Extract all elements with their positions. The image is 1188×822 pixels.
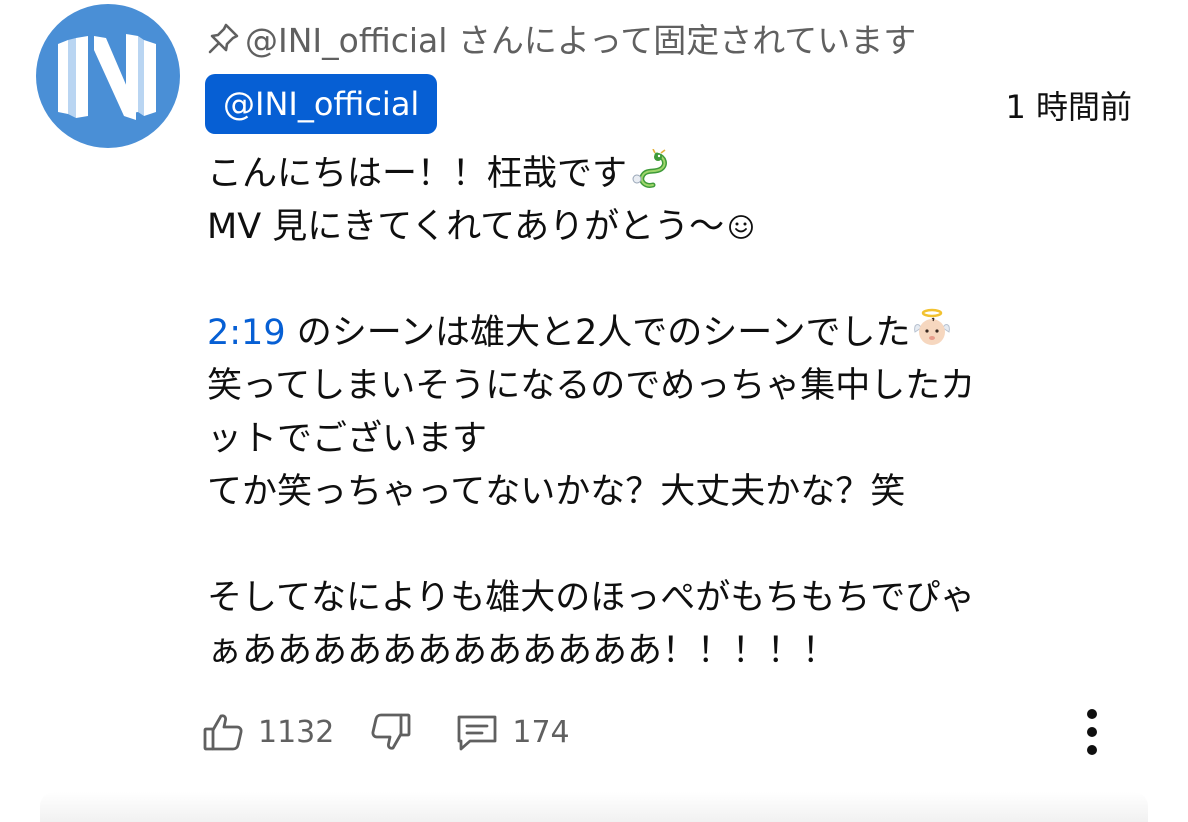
reply-button[interactable]: 174: [454, 709, 570, 755]
thumbs-down-icon[interactable]: [368, 709, 414, 755]
author-handle[interactable]: @INI_official: [223, 85, 419, 123]
avatar[interactable]: [36, 4, 180, 148]
reply-comment-icon[interactable]: [454, 709, 500, 755]
like-button[interactable]: 1132: [200, 709, 368, 755]
comment-line: 笑ってしまいそうになるのでめっちゃ集中したカ: [207, 366, 976, 406]
pinned-label-row: @INI_official さんによって固定されています: [207, 14, 916, 62]
timestamp-link[interactable]: 2:19: [207, 313, 286, 353]
comment-line: 2:19 のシーンは雄大と2人でのシーンでした: [207, 307, 1147, 360]
next-comment-edge: [40, 792, 1148, 822]
comment-timestamp[interactable]: 1 時間前: [1005, 82, 1132, 128]
author-handle-badge[interactable]: @INI_official: [205, 74, 438, 134]
comment-line: てか笑っちゃってないかな？大丈夫かな？笑: [207, 472, 906, 512]
more-options-button[interactable]: [1080, 702, 1104, 762]
comment-line: MV 見にきてくれてありがとう〜: [207, 201, 1147, 254]
comment-line: ぁああああああああああああ！！！！！: [207, 631, 838, 671]
smiley-emoji-icon: [728, 203, 754, 239]
dislike-button[interactable]: [368, 709, 414, 755]
thumbs-up-icon[interactable]: [200, 709, 246, 755]
comment-line: そしてなによりも雄大のほっぺがもちもちでぴゃ: [207, 578, 976, 618]
comment-line: こんにちはー！！枉哉です: [207, 148, 1147, 201]
dragon-emoji-icon: [627, 148, 669, 191]
comment-blank-line: [207, 254, 1147, 307]
reply-count: 174: [512, 714, 570, 750]
comment-action-bar: 1132 174: [200, 702, 1160, 762]
comment-line: ットでございます: [207, 419, 488, 459]
comment-text: こんにちはー！！枉哉です MV 見にきてくれてありがとう〜 2:19 のシーンは…: [207, 148, 1147, 678]
baby-angel-emoji-icon: [911, 308, 953, 350]
pinned-label: @INI_official さんによって固定されています: [245, 21, 917, 60]
pin-icon: [207, 21, 241, 55]
ini-logo-icon: [58, 34, 156, 120]
comment-blank-line: [207, 519, 1147, 572]
like-count: 1132: [258, 714, 335, 750]
more-vertical-icon[interactable]: [1086, 708, 1098, 756]
